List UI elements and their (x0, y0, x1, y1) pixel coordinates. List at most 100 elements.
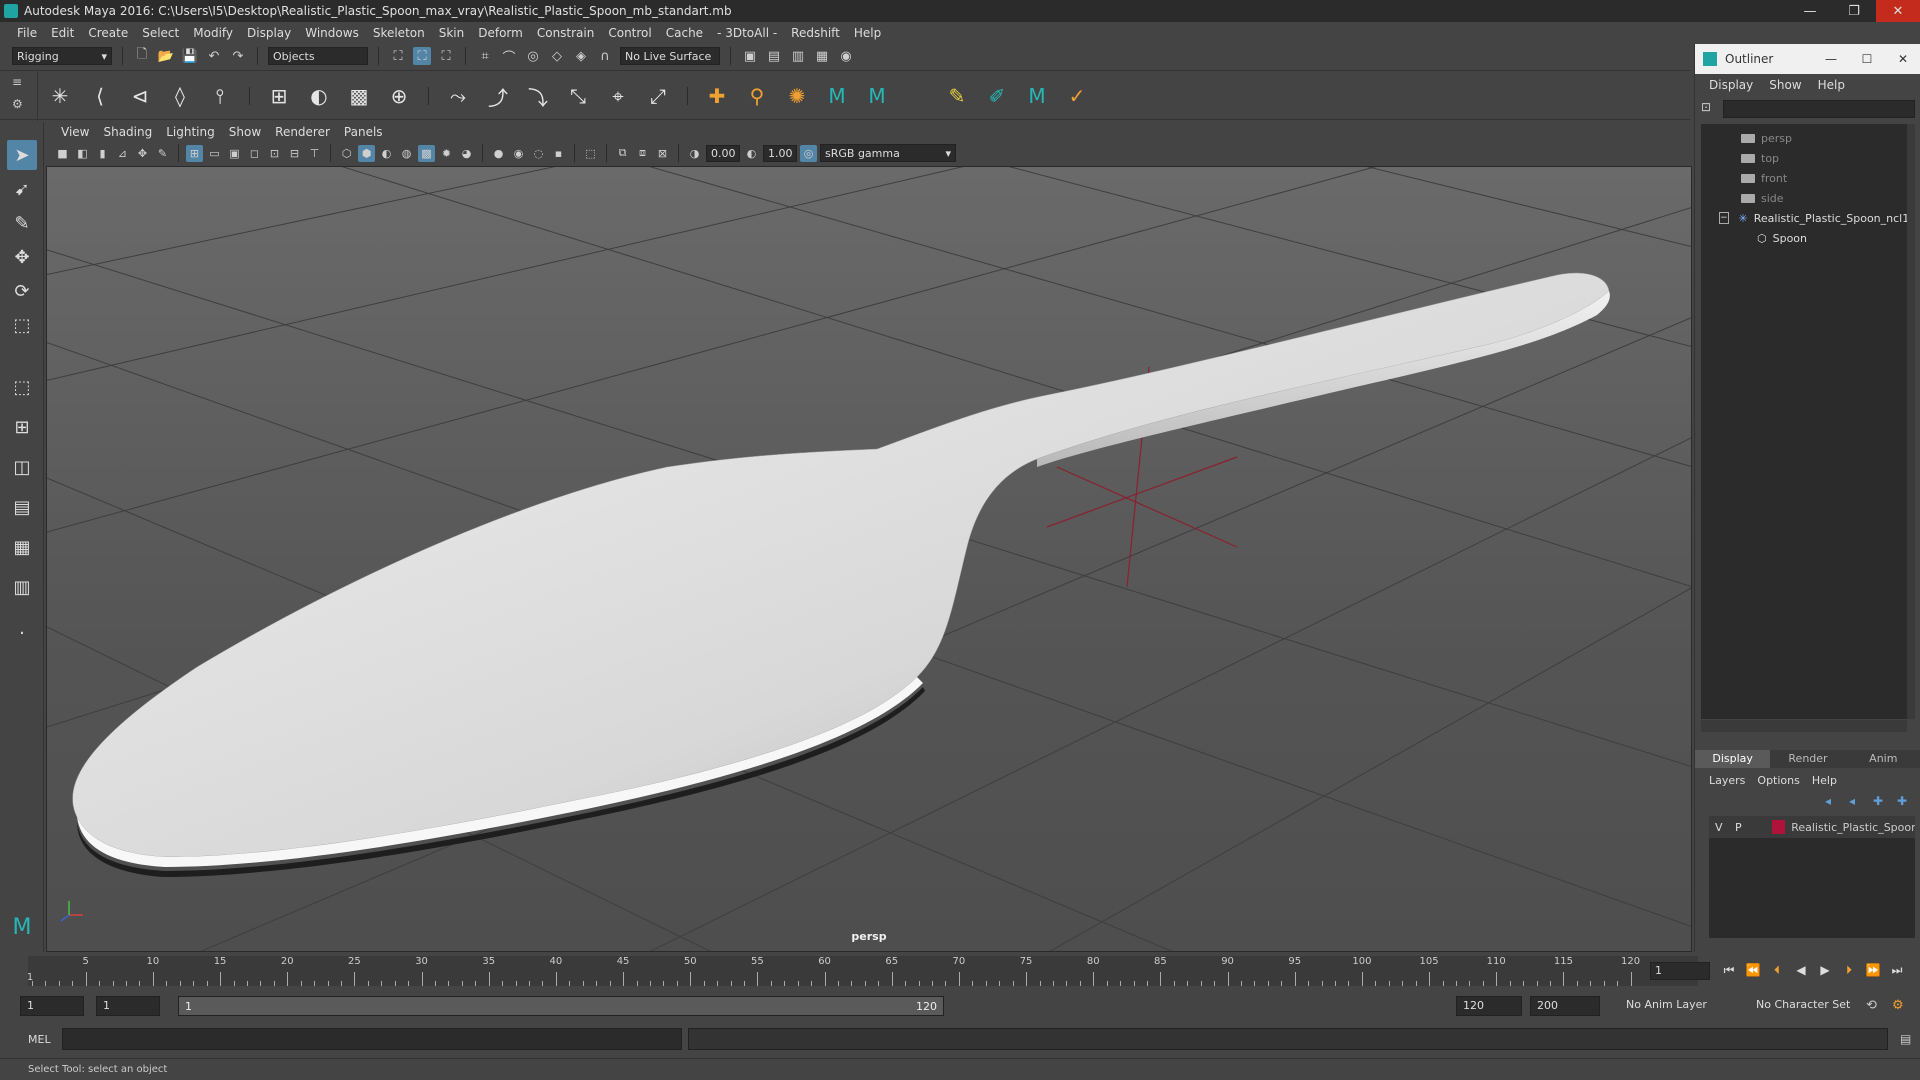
check-icon[interactable]: ✓ (1062, 81, 1092, 111)
menu-help[interactable]: Help (847, 22, 888, 44)
menu-skeleton[interactable]: Skeleton (366, 22, 432, 44)
parent-constraint-icon[interactable]: ⤳ (443, 81, 473, 111)
menuset-dropdown[interactable]: Rigging ▾ (12, 47, 112, 65)
new-scene-icon[interactable]: 🗋 (133, 47, 151, 65)
shadows-icon[interactable]: ✹ (438, 145, 455, 162)
panel-menu-view[interactable]: View (54, 125, 96, 139)
outliner-search-input[interactable] (1723, 100, 1915, 118)
panel-menu-renderer[interactable]: Renderer (268, 125, 337, 139)
animation-end-field[interactable]: 200 (1530, 996, 1600, 1016)
snap-grid-icon[interactable]: ⌗ (476, 47, 494, 65)
save-scene-icon[interactable]: 💾 (181, 47, 199, 65)
menu-file[interactable]: File (10, 22, 44, 44)
xray-icon[interactable]: ⬚ (582, 145, 599, 162)
xray-components-icon[interactable]: ⧈ (634, 145, 651, 162)
shelf-options[interactable]: ≡ ⚙ (0, 71, 38, 121)
tab-anim[interactable]: Anim (1845, 750, 1920, 768)
go-to-start-icon[interactable]: ⏮ (1720, 960, 1738, 980)
film-gate-icon[interactable]: ▭ (206, 145, 223, 162)
character-set-dropdown[interactable]: No Character Set (1750, 996, 1868, 1016)
tab-display[interactable]: Display (1695, 750, 1771, 768)
layer-menu-options[interactable]: Options (1751, 774, 1805, 787)
smooth-shade-icon[interactable]: ⬢ (358, 144, 375, 162)
menu-cache[interactable]: Cache (659, 22, 710, 44)
color-management-icon[interactable]: ◎ (800, 144, 817, 162)
exposure-field[interactable]: 0.00 (706, 144, 740, 162)
layout-hypershade-icon[interactable]: ▥ (7, 572, 37, 602)
mirror-joint-icon[interactable]: ◊ (165, 81, 195, 111)
layout-more-icon[interactable]: · (7, 618, 37, 648)
menu-display[interactable]: Display (240, 22, 298, 44)
resolution-gate-icon[interactable]: ▣ (226, 145, 243, 162)
playback-start-field[interactable]: 1 (96, 996, 160, 1016)
grid-toggle-icon[interactable]: ⊞ (186, 144, 203, 162)
step-back-key-icon[interactable]: ⏪ (1744, 960, 1762, 980)
brush-icon[interactable]: ✐ (982, 81, 1012, 111)
shelf-menu-icon[interactable]: ≡ (12, 75, 22, 89)
outliner-close-icon[interactable]: ✕ (1885, 44, 1920, 74)
outliner-item-top[interactable]: top (1701, 148, 1907, 168)
key-transform-icon[interactable]: ✺ (782, 81, 812, 111)
hypershade-icon[interactable]: ◉ (837, 47, 855, 65)
outliner-item-persp[interactable]: persp (1701, 128, 1907, 148)
wireframe-icon[interactable]: ⬡ (338, 145, 355, 162)
snap-view-icon[interactable]: ◇ (548, 47, 566, 65)
layer-color-swatch[interactable] (1771, 820, 1786, 834)
mash-icon[interactable]: M (1022, 81, 1052, 111)
grease-pencil-icon[interactable]: ✎ (154, 145, 171, 162)
step-forward-key-icon[interactable]: ⏩ (1864, 960, 1882, 980)
ik-spline-icon[interactable]: ⊲ (125, 81, 155, 111)
select-component-icon[interactable]: ⛶ (437, 47, 455, 65)
redo-icon[interactable]: ↷ (229, 47, 247, 65)
motion-blur-icon[interactable]: ● (490, 145, 507, 162)
2d-pan-icon[interactable]: ✥ (134, 145, 151, 162)
playback-end-field[interactable]: 120 (1456, 996, 1522, 1016)
menu-create[interactable]: Create (81, 22, 135, 44)
menu-redshift[interactable]: Redshift (784, 22, 847, 44)
cluster-icon[interactable]: ⊕ (384, 81, 414, 111)
use-all-lights-icon[interactable]: ▩ (418, 144, 435, 162)
gamma-field[interactable]: 1.00 (763, 144, 797, 162)
empty-slot-icon[interactable] (902, 81, 932, 111)
menu-modify[interactable]: Modify (186, 22, 240, 44)
bookmark-icon[interactable]: ▮ (94, 145, 111, 162)
field-chart-icon[interactable]: ⊡ (266, 145, 283, 162)
panel-menu-show[interactable]: Show (222, 125, 268, 139)
hud-icon[interactable]: ⊠ (654, 145, 671, 162)
play-forwards-icon[interactable]: ▶ (1816, 960, 1834, 980)
point-constraint-icon[interactable]: ⤴ (483, 81, 513, 111)
depth-of-field-icon[interactable]: ◌ (530, 145, 547, 162)
menu-deform[interactable]: Deform (471, 22, 530, 44)
safe-title-icon[interactable]: ⊤ (306, 145, 323, 162)
anim-layer-dropdown[interactable]: No Anim Layer (1620, 996, 1744, 1016)
menu-edit[interactable]: Edit (44, 22, 81, 44)
panel-menu-lighting[interactable]: Lighting (159, 125, 222, 139)
step-forward-frame-icon[interactable]: ⏵ (1840, 960, 1858, 980)
wireframe-on-shaded-icon[interactable]: ◐ (378, 145, 395, 162)
pole-vector-icon[interactable]: ⤢ (643, 81, 673, 111)
rotate-tool-icon[interactable]: ⟳ (7, 276, 37, 306)
tab-render[interactable]: Render (1770, 750, 1846, 768)
lasso-tool-icon[interactable]: ➹ (7, 174, 37, 204)
panel-menu-shading[interactable]: Shading (96, 125, 159, 139)
layer-playback-toggle[interactable]: P (1729, 821, 1749, 834)
ipr-render-icon[interactable]: ▥ (789, 47, 807, 65)
antialiasing-icon[interactable]: ◉ (510, 145, 527, 162)
go-to-end-icon[interactable]: ⏭ (1888, 960, 1906, 980)
outliner-horizontal-scrollbar[interactable] (1701, 720, 1907, 732)
menu-constrain[interactable]: Constrain (530, 22, 602, 44)
layout-outliner-icon[interactable]: ▤ (7, 492, 37, 522)
orient-constraint-icon[interactable]: ⤵ (523, 81, 553, 111)
hik-control-icon[interactable]: M (862, 81, 892, 111)
layer-visibility-toggle[interactable]: V (1709, 821, 1729, 834)
mel-label[interactable]: MEL (28, 1033, 62, 1046)
command-input[interactable] (62, 1028, 682, 1050)
select-tool-icon[interactable]: ➤ (7, 140, 37, 170)
outliner-menu-show[interactable]: Show (1761, 78, 1809, 92)
isolate-select-icon[interactable]: ▪ (550, 145, 567, 162)
collapse-icon[interactable]: − (1719, 212, 1729, 224)
shelf-gear-icon[interactable]: ⚙ (12, 97, 23, 111)
animation-start-field[interactable]: 1 (20, 996, 84, 1016)
set-key-icon[interactable]: ⚲ (742, 81, 772, 111)
safe-action-icon[interactable]: ⊟ (286, 145, 303, 162)
